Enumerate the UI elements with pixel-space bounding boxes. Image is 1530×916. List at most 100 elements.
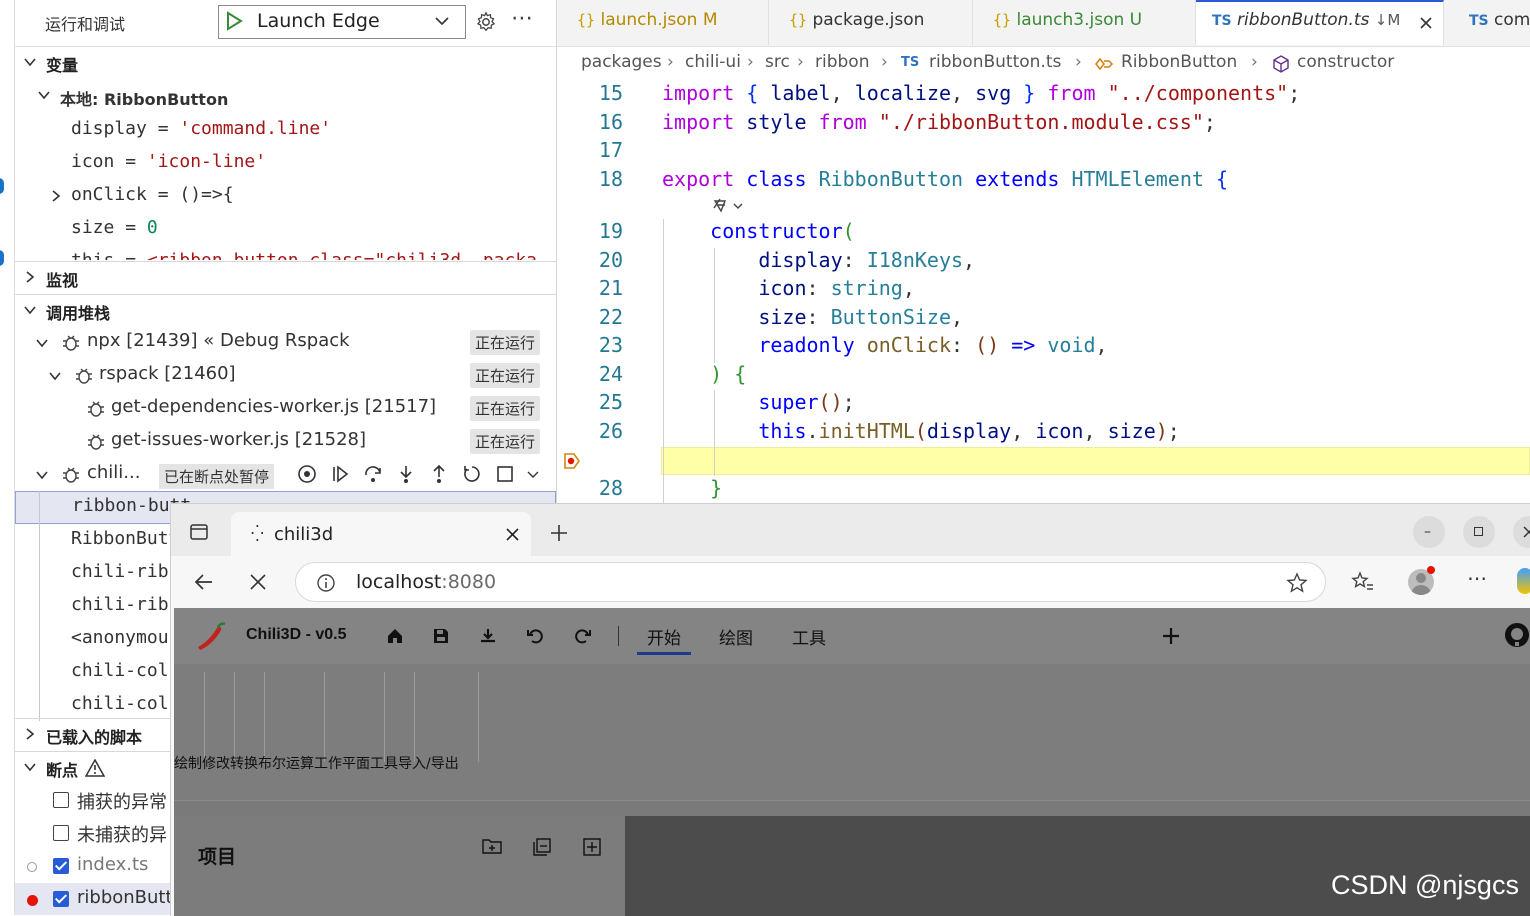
breakpoint-checkbox[interactable] bbox=[53, 825, 69, 841]
copilot-icon[interactable] bbox=[1517, 568, 1530, 594]
variable-name: this bbox=[71, 250, 114, 260]
new-tab-icon[interactable] bbox=[549, 523, 569, 543]
call-stack-session[interactable]: get-dependencies-worker.js [21517] 正在运行 bbox=[15, 392, 556, 425]
tab-package-json[interactable]: {} package.json bbox=[769, 0, 973, 45]
tab-ribbonbutton-ts[interactable]: TS ribbonButton.ts ↓M bbox=[1196, 0, 1444, 45]
home-icon[interactable] bbox=[386, 627, 404, 645]
code-line[interactable]: 19 constructor( bbox=[557, 219, 1530, 247]
chevron-down-icon[interactable] bbox=[523, 464, 543, 484]
breadcrumb-item[interactable]: RibbonButton bbox=[1121, 52, 1237, 72]
stop-icon[interactable] bbox=[495, 464, 515, 484]
call-stack-session-paused[interactable]: chili... 已在断点处暂停 bbox=[15, 458, 556, 491]
breakpoint-label: 未捕获的异 bbox=[77, 825, 167, 846]
tab-start[interactable]: 开始 bbox=[647, 624, 681, 649]
close-icon[interactable] bbox=[506, 528, 519, 541]
expand-all-icon[interactable] bbox=[582, 837, 602, 857]
stack-frame-label: chili-rib bbox=[71, 594, 169, 615]
call-stack-session[interactable]: get-issues-worker.js [21528] 正在运行 bbox=[15, 425, 556, 458]
breakpoint-checkbox[interactable] bbox=[53, 792, 69, 808]
code-line[interactable]: 15 import { label, localize, svg } from "… bbox=[557, 81, 1530, 109]
tab-launch-json[interactable]: {} launch.json M bbox=[557, 0, 769, 45]
new-folder-icon[interactable] bbox=[482, 837, 502, 855]
variable-row[interactable]: onClick = ()=>{ bbox=[15, 180, 556, 213]
tree-guide bbox=[39, 491, 40, 721]
code-line[interactable]: 16 import style from "./ribbonButton.modu… bbox=[557, 110, 1530, 138]
breadcrumb-item[interactable]: chili-ui bbox=[685, 52, 741, 72]
code-line[interactable]: 21 icon: string, bbox=[557, 276, 1530, 304]
favorites-icon[interactable] bbox=[1351, 571, 1375, 593]
undo-icon[interactable] bbox=[526, 627, 544, 645]
continue-icon[interactable] bbox=[330, 464, 350, 484]
code-line[interactable]: 22 size: ButtonSize, bbox=[557, 305, 1530, 333]
stop-focus-icon[interactable] bbox=[297, 464, 317, 484]
code-line[interactable]: 23 readonly onClick: () => void, bbox=[557, 333, 1530, 361]
breakpoint-stopped-icon[interactable] bbox=[563, 452, 581, 470]
info-icon[interactable] bbox=[316, 573, 336, 593]
more-menu-icon[interactable]: ⋯ bbox=[1467, 566, 1487, 590]
stack-frame-label: chili-col bbox=[71, 693, 169, 714]
breadcrumb-item[interactable]: packages bbox=[581, 52, 662, 72]
tab-tools[interactable]: 工具 bbox=[792, 624, 826, 649]
variable-row[interactable]: display = 'command.line' bbox=[15, 114, 556, 147]
breakpoint-checkbox[interactable] bbox=[53, 858, 69, 874]
close-icon[interactable] bbox=[1419, 16, 1433, 30]
maximize-button[interactable] bbox=[1463, 516, 1495, 548]
more-actions-icon[interactable]: ⋯ bbox=[511, 6, 534, 31]
watermark: CSDN @njsgcs bbox=[1331, 870, 1519, 900]
breadcrumb-item[interactable]: constructor bbox=[1297, 52, 1394, 72]
status-badge: 已在断点处暂停 bbox=[159, 464, 275, 489]
close-window-button[interactable] bbox=[1513, 516, 1530, 548]
code-line[interactable]: 28 } bbox=[557, 476, 1530, 503]
collapse-all-icon[interactable] bbox=[532, 837, 552, 857]
3d-viewport[interactable] bbox=[625, 816, 1530, 916]
locals-scope[interactable]: 本地: RibbonButton bbox=[15, 80, 556, 113]
tab-overflow[interactable]: TS com bbox=[1445, 0, 1530, 45]
breadcrumb-item[interactable]: ribbonButton.ts bbox=[929, 52, 1061, 72]
restart-icon[interactable] bbox=[462, 464, 482, 484]
code-line[interactable]: 17 bbox=[557, 138, 1530, 166]
gear-icon[interactable] bbox=[475, 11, 497, 33]
code-line[interactable]: 25 super(); bbox=[557, 390, 1530, 418]
sidebar-toggle-icon[interactable] bbox=[189, 522, 209, 542]
code-line[interactable]: 18 export class RibbonButton extends HTML… bbox=[557, 167, 1530, 195]
variable-row[interactable]: this = <ribbon-button class="chili3d--pa… bbox=[15, 246, 556, 260]
code-line-current[interactable]: 27 this.addEventListener("click", onClic… bbox=[557, 447, 1530, 475]
tab-launch3-json[interactable]: {} launch3.json U bbox=[973, 0, 1196, 45]
start-debug-icon[interactable] bbox=[225, 11, 243, 31]
browser-tab[interactable]: ⁛ chili3d bbox=[231, 512, 531, 556]
watch-section-header[interactable]: 监视 bbox=[15, 261, 556, 293]
save-icon[interactable] bbox=[432, 627, 450, 645]
code-line[interactable]: 24 ) { bbox=[557, 362, 1530, 390]
download-icon[interactable] bbox=[479, 627, 497, 645]
codelens-icon[interactable] bbox=[712, 196, 748, 216]
step-over-icon[interactable] bbox=[363, 464, 383, 484]
variables-section-header[interactable]: 变量 bbox=[15, 47, 556, 78]
chevron-down-icon bbox=[49, 372, 61, 381]
variable-row[interactable]: size = 0 bbox=[15, 213, 556, 246]
favorite-star-icon[interactable] bbox=[1286, 572, 1308, 594]
code-line[interactable]: 20 display: I18nKeys, bbox=[557, 248, 1530, 276]
back-icon[interactable] bbox=[193, 571, 215, 593]
call-stack-session[interactable]: npx [21439] « Debug Rspack 正在运行 bbox=[15, 326, 556, 359]
browser-tab-title: chili3d bbox=[274, 524, 334, 545]
step-into-icon[interactable] bbox=[396, 464, 416, 484]
breadcrumb-separator: › bbox=[797, 52, 804, 72]
breadcrumb-item[interactable]: ribbon bbox=[815, 52, 869, 72]
breakpoint-checkbox[interactable] bbox=[53, 891, 69, 907]
step-out-icon[interactable] bbox=[429, 464, 449, 484]
redo-icon[interactable] bbox=[574, 627, 592, 645]
breadcrumb-item[interactable]: src bbox=[765, 52, 790, 72]
line-number: 28 bbox=[598, 476, 623, 500]
github-icon[interactable] bbox=[1504, 622, 1530, 648]
call-stack-section-header[interactable]: 调用堆栈 bbox=[15, 294, 556, 326]
stop-loading-icon[interactable] bbox=[249, 573, 267, 591]
code-line[interactable]: 26 this.initHTML(display, icon, size); bbox=[557, 419, 1530, 447]
ribbon-divider bbox=[324, 672, 325, 762]
address-bar[interactable]: localhost:8080 bbox=[295, 562, 1326, 602]
add-icon[interactable] bbox=[1161, 626, 1181, 646]
launch-config-select[interactable]: Launch Edge bbox=[218, 5, 466, 39]
minimize-button[interactable]: – bbox=[1413, 516, 1445, 548]
call-stack-session[interactable]: rspack [21460] 正在运行 bbox=[15, 359, 556, 392]
variable-row[interactable]: icon = 'icon-line' bbox=[15, 147, 556, 180]
tab-draw[interactable]: 绘图 bbox=[719, 624, 753, 649]
